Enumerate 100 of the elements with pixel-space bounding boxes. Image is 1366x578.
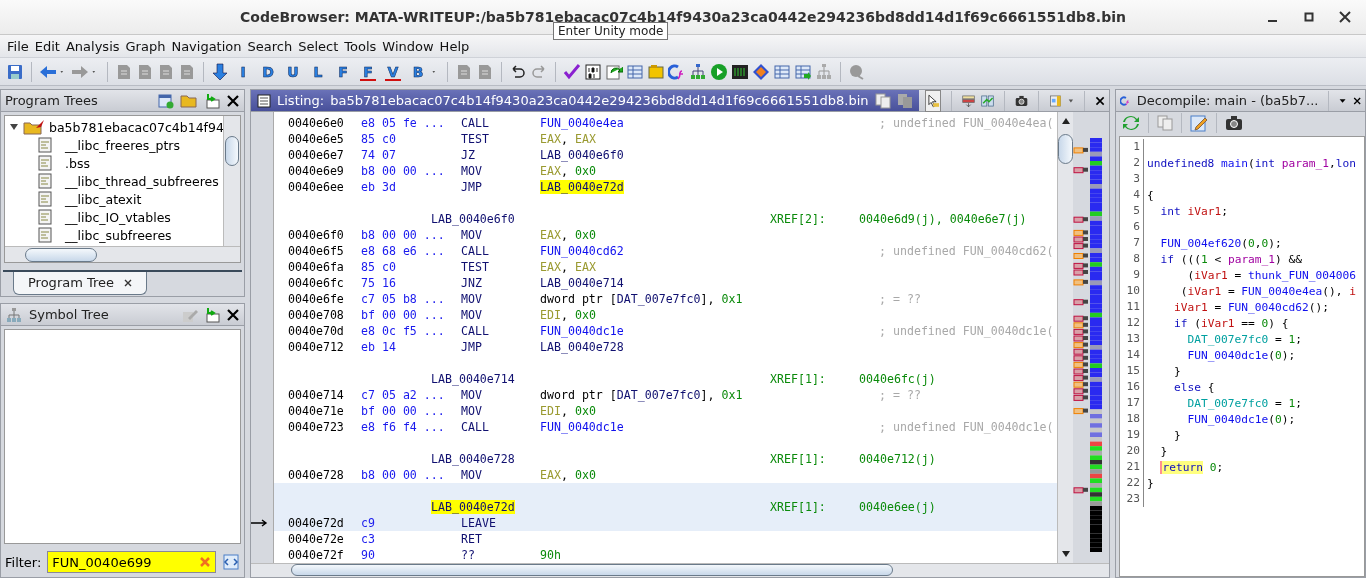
tree-item[interactable]: __libc_atexit — [65, 191, 142, 207]
check-icon[interactable] — [563, 62, 581, 81]
mnemonic-cell-text: JZ — [461, 148, 476, 162]
clear-icon[interactable] — [199, 556, 211, 568]
operand-cell[interactable]: dword ptr [DAT_007e7fc0], 0x1 — [540, 292, 743, 306]
tree-item[interactable]: .bss — [65, 155, 90, 171]
menu-item[interactable]: Search — [244, 38, 296, 54]
operand-cell[interactable]: FUN_0040cd62 — [540, 244, 624, 258]
operand-cell[interactable]: 90h — [540, 548, 561, 562]
operand-cell[interactable]: EAX, 0x0 — [540, 228, 596, 242]
page-icon[interactable] — [136, 62, 154, 81]
filter-options-icon[interactable] — [222, 553, 240, 571]
down-arrow-icon[interactable] — [211, 62, 229, 81]
operand-cell[interactable]: EDI, 0x0 — [540, 404, 596, 418]
menu-item[interactable]: Analysis — [62, 38, 123, 54]
tab[interactable]: Program Tree — [13, 272, 148, 295]
label-cell[interactable]: LAB_0040e6f0 — [431, 212, 515, 226]
paste-icon[interactable] — [896, 92, 913, 109]
close-icon[interactable] — [226, 307, 240, 322]
code-line: DAT_007e7fc0 = 1; — [1186, 332, 1302, 346]
vertical-scrollbar[interactable] — [1057, 112, 1073, 563]
operand-cell[interactable]: FUN_0040dc1e — [540, 324, 624, 338]
refresh-icon[interactable] — [1122, 114, 1140, 132]
close-icon[interactable] — [226, 93, 240, 108]
operand-cell[interactable]: LAB_0040e72d — [540, 180, 624, 194]
menu-item[interactable]: File — [4, 38, 32, 54]
operand-cell[interactable]: dword ptr [DAT_007e7fc0], 0x1 — [540, 388, 743, 402]
operand-cell[interactable]: LAB_0040e728 — [540, 340, 624, 354]
tree-item[interactable]: __libc_IO_vtables — [65, 209, 171, 225]
page-icon[interactable] — [157, 62, 175, 81]
menu-item[interactable]: Help — [436, 38, 473, 54]
cursor-icon[interactable] — [924, 89, 941, 112]
toolbar-letter-button[interactable]: D — [257, 63, 279, 80]
horizontal-scrollbar[interactable] — [5, 246, 240, 262]
operand-cell[interactable]: FUN_0040e4ea — [540, 116, 624, 130]
camera-icon[interactable] — [1225, 114, 1243, 132]
copy-icon[interactable] — [874, 92, 891, 109]
line-number: 17 — [1120, 395, 1144, 411]
operand-cell[interactable]: EAX, 0x0 — [540, 164, 596, 178]
vertical-scrollbar[interactable] — [223, 116, 240, 247]
page-icon[interactable] — [115, 62, 133, 81]
tree-item[interactable]: __libc_thread_subfreeres — [65, 173, 219, 189]
tree-icon[interactable] — [689, 62, 707, 81]
filter-field[interactable]: FUN_0040e699 — [47, 551, 216, 573]
toolbar-letter-button[interactable]: F — [357, 63, 379, 80]
scroll-thumb[interactable] — [1058, 134, 1073, 164]
menu-item[interactable]: Navigation — [168, 38, 245, 54]
tree-item[interactable]: ba5b781ebacac07c4b14f94 — [49, 119, 224, 135]
label-cell[interactable]: LAB_0040e714 — [431, 372, 515, 386]
xref-targets[interactable]: 0040e6fc(j) — [859, 372, 936, 386]
merge-icon[interactable] — [204, 92, 220, 109]
maximize-button[interactable] — [1302, 10, 1316, 24]
table-icon[interactable] — [626, 62, 644, 81]
horizontal-scrollbar[interactable] — [251, 563, 1109, 577]
refresh-icon[interactable] — [605, 62, 623, 81]
label-cell[interactable]: LAB_0040e728 — [431, 452, 515, 466]
folder-icon[interactable] — [180, 92, 198, 109]
tree-item[interactable]: __libc_subfreeres — [65, 227, 172, 243]
close-icon[interactable] — [124, 278, 133, 287]
code-line: (iVar1 = thunk_FUN_004006 — [1186, 268, 1356, 282]
address-cell-text: 0040e72f — [288, 548, 345, 562]
operand-cell[interactable]: EDI, 0x0 — [540, 308, 596, 322]
page-icon[interactable] — [178, 62, 196, 81]
page-icon[interactable] — [476, 62, 494, 81]
merge-icon[interactable] — [204, 306, 220, 323]
menu-item[interactable]: Select — [295, 38, 342, 54]
menu-item[interactable]: Edit — [31, 38, 63, 54]
close-button[interactable] — [1338, 10, 1352, 24]
expand-arrow-icon[interactable] — [9, 122, 19, 132]
menu-item[interactable]: Window — [379, 38, 437, 54]
operand-cell[interactable]: EAX, EAX — [540, 260, 596, 274]
datatype-icon[interactable] — [647, 62, 665, 81]
table-arrow-icon[interactable] — [794, 62, 812, 81]
xref-targets[interactable]: 0040e712(j) — [859, 452, 936, 466]
menu-item[interactable]: Graph — [122, 38, 169, 54]
cf-icon[interactable] — [668, 62, 686, 81]
menu-item[interactable]: Tools — [341, 38, 380, 54]
xref-targets[interactable]: 0040e6d9(j), 0040e6e7(j) — [859, 212, 1027, 226]
operand-cell[interactable]: EAX, EAX — [540, 132, 596, 146]
toolbar-letter-button[interactable]: F — [332, 63, 354, 80]
label-cell[interactable]: LAB_0040e72d — [431, 500, 515, 514]
operand-cell[interactable]: LAB_0040e6f0 — [540, 148, 624, 162]
tree-item[interactable]: __libc_freeres_ptrs — [65, 137, 180, 153]
diamond-icon[interactable] — [752, 62, 770, 81]
save-icon[interactable] — [6, 62, 24, 81]
toolbar-letter-button[interactable]: B — [407, 63, 429, 80]
operand-cell[interactable]: EAX, 0x0 — [540, 468, 596, 482]
operand-cell[interactable]: FUN_0040dc1e — [540, 420, 624, 434]
chip-icon[interactable] — [731, 62, 749, 81]
page-icon[interactable] — [455, 62, 473, 81]
undo-icon[interactable] — [509, 62, 527, 81]
xref-targets[interactable]: 0040e6ee(j) — [859, 500, 936, 514]
new-tree-icon[interactable] — [158, 92, 174, 109]
edit-icon[interactable] — [1190, 114, 1208, 132]
binary-icon[interactable] — [584, 62, 602, 81]
tree-icon — [5, 306, 23, 323]
table-icon[interactable] — [773, 62, 791, 81]
document-icon — [37, 227, 53, 243]
comment-cell: ; undefined FUN_0040dc1e( — [879, 420, 1054, 434]
operand-cell[interactable]: LAB_0040e714 — [540, 276, 624, 290]
